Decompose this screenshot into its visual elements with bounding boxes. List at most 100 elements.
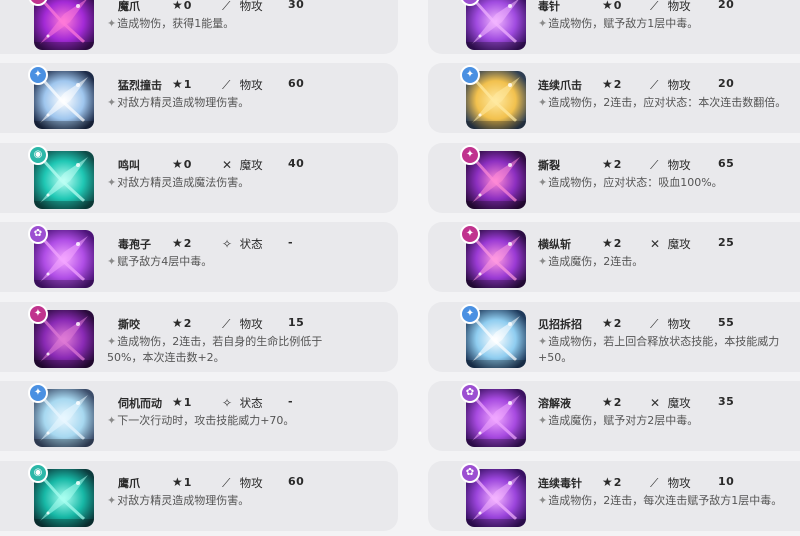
star-icon: ★ — [602, 475, 613, 489]
skill-name: 鹰爪 — [118, 477, 140, 490]
skill-power: 20 — [718, 77, 735, 90]
skill-card[interactable]: ✦ 横纵斩 ★2 ✕ 魔攻 25 ✦造成魔伤，2连击。 — [428, 222, 800, 292]
skill-name: 毒孢子 — [118, 238, 151, 251]
skill-name: 见招拆招 — [538, 318, 582, 331]
skill-cost: ★2 — [602, 395, 621, 409]
skill-power: - — [288, 236, 294, 249]
category-label: 物攻 — [239, 317, 263, 331]
skill-name: 连续爪击 — [538, 79, 582, 92]
skill-power: 30 — [288, 0, 305, 11]
skill-name: 魔爪 — [118, 0, 140, 13]
skill-card[interactable]: ✦ 魔爪 ★0 ⟋ 物攻 30 ✦造成物伤，获得1能量。 — [0, 0, 398, 54]
sparkle-icon: ✧ — [222, 396, 233, 410]
skill-power: 40 — [288, 157, 305, 170]
skill-card[interactable]: ◉ 鸣叫 ★0 ✕ 魔攻 40 ✦对敌方精灵造成魔法伤害。 — [0, 143, 398, 213]
skill-category: ⟋ 物攻 — [650, 157, 691, 173]
skill-card[interactable]: ✿ 溶解液 ★2 ✕ 魔攻 35 ✦造成魔伤，赋予对方2层中毒。 — [428, 381, 800, 451]
skill-cost: ★1 — [172, 395, 191, 409]
element-badge-icon: ✦ — [460, 224, 480, 244]
skill-card[interactable]: ◉ 鹰爪 ★1 ⟋ 物攻 60 ✦对敌方精灵造成物理伤害。 — [0, 461, 398, 531]
skill-card[interactable]: ✦ 撕咬 ★2 ⟋ 物攻 15 ✦造成物伤，2连击，若自身的生命比例低于50%，… — [0, 302, 398, 372]
cost-value: 1 — [183, 78, 192, 91]
category-label: 物攻 — [667, 158, 691, 172]
dagger-icon: ⟋ — [650, 476, 659, 490]
skill-power: 15 — [288, 316, 305, 329]
element-badge-icon: ✦ — [28, 304, 48, 324]
skill-category: ⟋ 物攻 — [650, 316, 691, 332]
skill-power: 65 — [718, 157, 735, 170]
skill-description: ✦对敌方精灵造成魔法伤害。 — [107, 176, 250, 189]
star-icon: ★ — [602, 157, 613, 171]
dagger-icon: ⟋ — [650, 158, 659, 172]
skill-icon — [466, 0, 526, 50]
sparkle-icon: ✧ — [222, 237, 233, 251]
sparkle-icon: ✦ — [107, 335, 117, 348]
cost-value: 2 — [613, 78, 622, 91]
element-badge-icon: ✿ — [460, 383, 480, 403]
skill-card[interactable]: ✦ 见招拆招 ★2 ⟋ 物攻 55 ✦造成物伤，若上回合释放状态技能，本技能威力… — [428, 302, 800, 372]
dagger-icon: ⟋ — [222, 317, 231, 331]
element-badge-icon: ✦ — [460, 65, 480, 85]
skill-category: ⟋ 物攻 — [650, 77, 691, 93]
skill-power: 60 — [288, 475, 305, 488]
skill-cost: ★2 — [602, 157, 621, 171]
category-label: 状态 — [239, 237, 263, 251]
dagger-icon: ⟋ — [650, 78, 659, 92]
element-badge-icon: ✦ — [28, 65, 48, 85]
category-label: 物攻 — [667, 0, 691, 13]
skill-description: ✦造成物伤，应对状态：吸血100%。 — [538, 176, 723, 189]
cost-value: 2 — [613, 317, 622, 330]
skill-card[interactable]: ✦ 撕裂 ★2 ⟋ 物攻 65 ✦造成物伤，应对状态：吸血100%。 — [428, 143, 800, 213]
category-label: 魔攻 — [239, 158, 263, 172]
skill-category: ✕ 魔攻 — [650, 236, 691, 252]
category-label: 物攻 — [239, 0, 263, 13]
sparkle-icon: ✦ — [538, 176, 548, 189]
sparkle-icon: ✦ — [538, 96, 548, 109]
category-label: 魔攻 — [667, 396, 691, 410]
skill-card[interactable]: ✦ 猛烈撞击 ★1 ⟋ 物攻 60 ✦对敌方精灵造成物理伤害。 — [0, 63, 398, 133]
dagger-icon: ⟋ — [650, 0, 659, 13]
sparkle-icon: ✦ — [107, 17, 117, 30]
category-label: 状态 — [239, 396, 263, 410]
cost-value: 0 — [183, 158, 192, 171]
skill-cost: ★2 — [602, 236, 621, 250]
skill-card[interactable]: ✿ 毒针 ★0 ⟋ 物攻 20 ✦造成物伤，赋予敌方1层中毒。 — [428, 0, 800, 54]
star-icon: ★ — [602, 236, 613, 250]
skill-category: ✕ 魔攻 — [650, 395, 691, 411]
skill-cost: ★2 — [602, 77, 621, 91]
skill-cost: ★1 — [172, 475, 191, 489]
star-icon: ★ — [602, 77, 613, 91]
skill-description: ✦对敌方精灵造成物理伤害。 — [107, 494, 250, 507]
skill-description: ✦造成物伤，赋予敌方1层中毒。 — [538, 17, 699, 30]
element-badge-icon: ◉ — [28, 463, 48, 483]
star-icon: ★ — [172, 316, 183, 330]
skill-card[interactable]: ✿ 毒孢子 ★2 ✧ 状态 - ✦赋予敌方4层中毒。 — [0, 222, 398, 292]
skill-name: 鸣叫 — [118, 159, 140, 172]
element-badge-icon: ✦ — [460, 304, 480, 324]
element-badge-icon: ✿ — [28, 224, 48, 244]
skill-name: 连续毒针 — [538, 477, 582, 490]
dagger-icon: ⟋ — [222, 0, 231, 13]
category-label: 物攻 — [239, 78, 263, 92]
skill-card[interactable]: ✿ 连续毒针 ★2 ⟋ 物攻 10 ✦造成物伤，2连击，每次连击赋予敌方1层中毒… — [428, 461, 800, 531]
skill-cost: ★2 — [602, 475, 621, 489]
skill-cost: ★2 — [172, 236, 191, 250]
category-label: 物攻 — [667, 476, 691, 490]
skill-cost: ★0 — [602, 0, 621, 12]
skill-power: 35 — [718, 395, 735, 408]
cost-value: 2 — [183, 237, 192, 250]
star-icon: ★ — [172, 157, 183, 171]
skill-power: 55 — [718, 316, 735, 329]
skill-card[interactable]: ✦ 连续爪击 ★2 ⟋ 物攻 20 ✦造成物伤，2连击，应对状态：本次连击数翻倍… — [428, 63, 800, 133]
skill-list: ✦ 魔爪 ★0 ⟋ 物攻 30 ✦造成物伤，获得1能量。 ✦ 猛烈撞击 ★1 ⟋… — [0, 0, 800, 536]
cost-value: 1 — [183, 476, 192, 489]
skill-card[interactable]: ✦ 伺机而动 ★1 ✧ 状态 - ✦下一次行动时，攻击技能威力+70。 — [0, 381, 398, 451]
category-label: 物攻 — [239, 476, 263, 490]
skill-category: ⟋ 物攻 — [222, 77, 263, 93]
star-icon: ★ — [172, 0, 183, 12]
skill-power: 60 — [288, 77, 305, 90]
skill-power: 25 — [718, 236, 735, 249]
cost-value: 2 — [613, 158, 622, 171]
skill-description: ✦造成魔伤，赋予对方2层中毒。 — [538, 414, 699, 427]
skill-cost: ★2 — [602, 316, 621, 330]
